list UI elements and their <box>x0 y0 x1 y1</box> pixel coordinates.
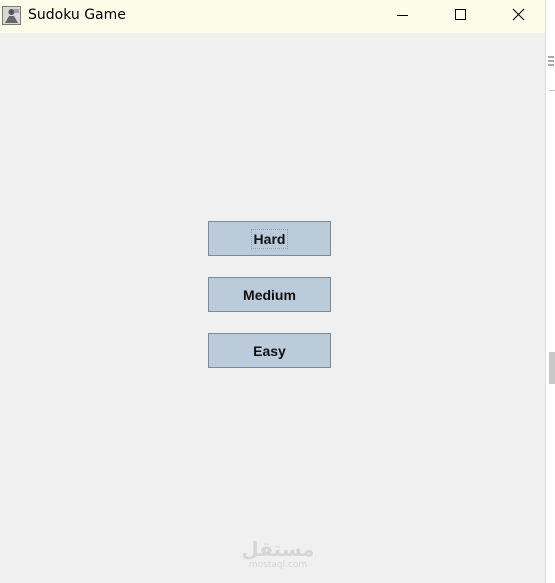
minimize-icon <box>397 15 408 16</box>
minimize-button[interactable] <box>379 0 425 31</box>
maximize-button[interactable] <box>437 0 483 31</box>
title-bar[interactable]: Sudoku Game <box>0 0 545 33</box>
easy-button-label: Easy <box>253 342 286 359</box>
maximize-icon <box>455 9 466 20</box>
background-window-edge <box>545 0 555 583</box>
medium-button[interactable]: Medium <box>208 277 331 312</box>
hard-button-label: Hard <box>250 228 289 249</box>
background-menu-icon <box>548 55 554 69</box>
hard-button[interactable]: Hard <box>208 221 331 256</box>
watermark-logo: مستقل <box>241 537 315 561</box>
background-scrollbar-thumb <box>549 352 555 384</box>
background-divider <box>549 90 555 91</box>
window-title: Sudoku Game <box>28 7 126 23</box>
close-button[interactable] <box>495 0 541 31</box>
close-icon <box>512 8 525 21</box>
watermark-domain: mostaql.com <box>248 560 308 570</box>
app-icon <box>2 6 21 25</box>
app-window: Sudoku Game Hard Medium Easy مستقل mosta… <box>0 0 545 583</box>
medium-button-label: Medium <box>243 286 296 303</box>
watermark: مستقل mostaql.com <box>240 538 316 571</box>
easy-button[interactable]: Easy <box>208 333 331 368</box>
